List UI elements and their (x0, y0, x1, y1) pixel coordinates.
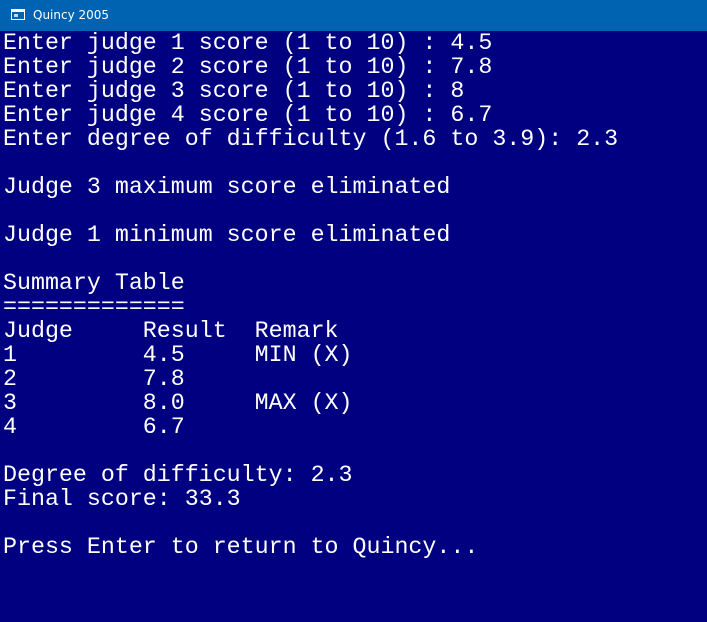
summary-table-title: Summary Table (3, 270, 185, 296)
console-line-max-eliminated: Judge 3 maximum score eliminated (3, 174, 451, 200)
degree-of-difficulty-summary: Degree of difficulty: 2.3 (3, 462, 353, 488)
title-bar[interactable]: Quincy 2005 (0, 0, 707, 31)
console-line-judge-3-input: Enter judge 3 score (1 to 10) : 8 (3, 78, 465, 104)
summary-table-row-1: 1 4.5 MIN (X) (3, 342, 353, 368)
summary-table-row-3: 3 8.0 MAX (X) (3, 390, 353, 416)
console-line-judge-4-input: Enter judge 4 score (1 to 10) : 6.7 (3, 102, 493, 128)
console-line-judge-2-input: Enter judge 2 score (1 to 10) : 7.8 (3, 54, 493, 80)
summary-table-divider: ============= (3, 294, 185, 320)
console-line-min-eliminated: Judge 1 minimum score eliminated (3, 222, 451, 248)
console-line-judge-1-input: Enter judge 1 score (1 to 10) : 4.5 (3, 30, 493, 56)
console-window: Quincy 2005 Enter judge 1 score (1 to 10… (0, 0, 707, 622)
summary-table-row-4: 4 6.7 (3, 414, 185, 440)
return-prompt: Press Enter to return to Quincy... (3, 534, 479, 560)
summary-table-header: Judge Result Remark (3, 318, 339, 344)
summary-table-row-2: 2 7.8 (3, 366, 185, 392)
window-title: Quincy 2005 (33, 8, 110, 22)
console-window-icon[interactable] (11, 9, 25, 20)
console-output[interactable]: Enter judge 1 score (1 to 10) : 4.5 Ente… (0, 31, 707, 622)
console-line-difficulty-input: Enter degree of difficulty (1.6 to 3.9):… (3, 126, 619, 152)
final-score-summary: Final score: 33.3 (3, 486, 241, 512)
